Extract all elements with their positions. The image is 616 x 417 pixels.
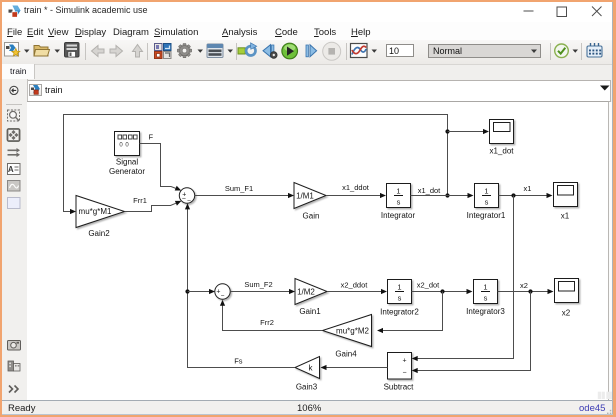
svg-text:1/M2: 1/M2 xyxy=(297,287,315,296)
svg-text:x1_ddot: x1_ddot xyxy=(342,183,370,192)
svg-text:1: 1 xyxy=(397,283,401,292)
svg-text:Gain2: Gain2 xyxy=(88,229,110,238)
svg-text:1: 1 xyxy=(483,283,487,292)
svg-text:Integrator2: Integrator2 xyxy=(380,308,419,317)
svg-text:x2_ddot: x2_ddot xyxy=(341,281,369,290)
svg-text:1: 1 xyxy=(484,187,488,196)
svg-text:s: s xyxy=(484,294,488,303)
svg-text:Gain3: Gain3 xyxy=(296,383,318,392)
svg-text:Integrator3: Integrator3 xyxy=(466,307,505,316)
svg-text:1: 1 xyxy=(396,187,400,196)
svg-text:1/M1: 1/M1 xyxy=(296,191,314,200)
svg-text:Sum_F2: Sum_F2 xyxy=(244,280,272,289)
svg-text:x1: x1 xyxy=(524,184,532,193)
svg-text:+: + xyxy=(403,358,407,365)
svg-text:x2: x2 xyxy=(520,281,528,290)
svg-text:−: − xyxy=(221,293,225,300)
svg-text:x2: x2 xyxy=(562,309,571,318)
svg-text:x1: x1 xyxy=(561,212,570,221)
svg-text:Frr1: Frr1 xyxy=(133,196,147,205)
svg-text:Gain1: Gain1 xyxy=(299,307,321,316)
svg-text:s: s xyxy=(398,294,402,303)
svg-text:Integrator1: Integrator1 xyxy=(467,211,506,220)
svg-text:Generator: Generator xyxy=(109,167,145,176)
svg-text:mu*g*M2: mu*g*M2 xyxy=(336,326,369,335)
svg-text:s: s xyxy=(485,198,489,207)
svg-text:−: − xyxy=(182,196,186,203)
svg-text:Gain: Gain xyxy=(303,212,320,221)
svg-text:mu*g*M1: mu*g*M1 xyxy=(79,207,112,216)
svg-text:Frr2: Frr2 xyxy=(260,318,274,327)
svg-text:Subtract: Subtract xyxy=(384,383,415,392)
svg-text:Integrator: Integrator xyxy=(381,211,416,220)
svg-text:Fs: Fs xyxy=(234,356,243,365)
svg-text:−: − xyxy=(403,370,407,377)
svg-text:Sum_F1: Sum_F1 xyxy=(225,184,253,193)
svg-text:x2_dot: x2_dot xyxy=(417,281,440,290)
svg-text:−: − xyxy=(187,198,191,205)
svg-text:Signal: Signal xyxy=(116,158,138,167)
svg-text:F: F xyxy=(149,133,154,142)
svg-text:x1_dot: x1_dot xyxy=(418,186,441,195)
svg-text:A: A xyxy=(8,165,14,174)
svg-text:Gain4: Gain4 xyxy=(335,350,357,359)
svg-text:x1_dot: x1_dot xyxy=(489,147,514,156)
svg-text:s: s xyxy=(397,198,401,207)
